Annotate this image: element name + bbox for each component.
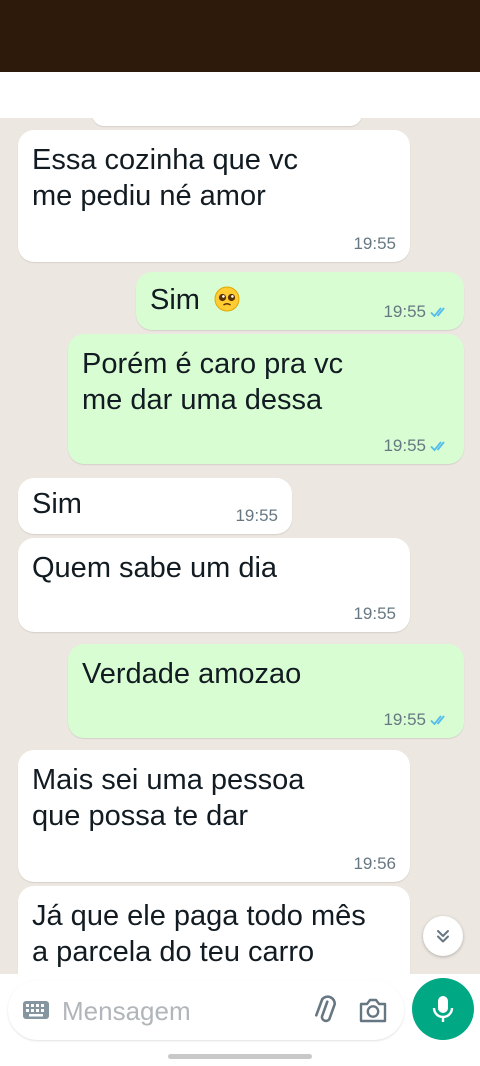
message-text: Quem sabe um dia [32, 550, 277, 586]
message-line: Sim [32, 488, 82, 520]
message-line: Sim [150, 284, 200, 316]
message-time: 19:55 [383, 302, 426, 321]
message-line: Mais sei uma pessoa [32, 764, 305, 796]
message-bubble-outgoing[interactable]: Verdade amozao 19:55 [68, 644, 464, 738]
message-meta: 19:56 [353, 854, 396, 874]
message-meta: 19:55 [353, 604, 396, 624]
paperclip-icon[interactable] [310, 994, 340, 1026]
message-bubble-incoming[interactable]: Essa cozinha que vc me pediu né amor 19:… [18, 130, 410, 262]
message-line: Já que ele paga todo mês [32, 900, 366, 932]
message-time: 19:56 [353, 854, 396, 873]
message-time: 19:55 [353, 234, 396, 253]
message-time: 19:55 [383, 710, 426, 729]
message-bubble-incoming[interactable]: Quem sabe um dia 19:55 [18, 538, 410, 632]
header-bar [0, 72, 480, 120]
camera-icon[interactable] [358, 996, 388, 1024]
message-line: Porém é caro pra vc [82, 348, 344, 380]
message-bubble-incoming[interactable]: Já que ele paga todo mês a parcela do te… [18, 886, 410, 974]
message-text: Essa cozinha que vc me pediu né amor [32, 142, 298, 214]
message-text: Porém é caro pra vc me dar uma dessa [82, 346, 343, 418]
previous-message-edge [92, 118, 362, 126]
microphone-button[interactable] [412, 978, 474, 1040]
double-chevron-down-icon [437, 930, 449, 943]
message-bubble-incoming[interactable]: Sim 19:55 [18, 478, 292, 534]
message-meta: 19:55 [383, 710, 450, 730]
message-line: a parcela do teu carro [32, 936, 315, 968]
message-line: Quem sabe um dia [32, 552, 278, 584]
message-meta: 19:55 [383, 436, 450, 456]
message-line: Essa cozinha que vc [32, 144, 298, 176]
message-input[interactable] [62, 994, 292, 1028]
pleading-face-emoji [214, 286, 240, 312]
message-line: me dar uma dessa [82, 384, 323, 416]
message-line: me pediu né amor [32, 180, 266, 212]
microphone-icon [432, 996, 454, 1022]
message-bubble-outgoing[interactable]: Sim 19:55 [136, 272, 464, 330]
message-composer [8, 980, 404, 1040]
message-text: Mais sei uma pessoa que possa te dar [32, 762, 304, 834]
message-meta: 19:55 [235, 506, 278, 526]
message-line: que possa te dar [32, 800, 249, 832]
message-line: Verdade amozao [82, 658, 302, 690]
message-text: Sim [32, 486, 82, 522]
message-text: Verdade amozao [82, 656, 301, 692]
double-check-icon [430, 441, 445, 452]
double-check-icon [430, 307, 445, 318]
message-bubble-outgoing[interactable]: Porém é caro pra vc me dar uma dessa 19:… [68, 334, 464, 464]
message-text: Sim [150, 282, 240, 318]
scroll-to-bottom-button[interactable] [423, 916, 463, 956]
double-check-icon [430, 715, 445, 726]
keyboard-icon[interactable] [22, 998, 50, 1022]
chat-area[interactable]: Essa cozinha que vc me pediu né amor 19:… [0, 118, 480, 974]
message-bubble-incoming[interactable]: Mais sei uma pessoa que possa te dar 19:… [18, 750, 410, 882]
message-time: 19:55 [353, 604, 396, 623]
message-meta: 19:55 [353, 234, 396, 254]
message-meta: 19:55 [383, 302, 450, 322]
message-time: 19:55 [235, 506, 278, 525]
message-time: 19:55 [383, 436, 426, 455]
home-indicator[interactable] [168, 1054, 312, 1059]
message-text: Já que ele paga todo mês a parcela do te… [32, 898, 366, 970]
top-status-area [0, 0, 480, 72]
